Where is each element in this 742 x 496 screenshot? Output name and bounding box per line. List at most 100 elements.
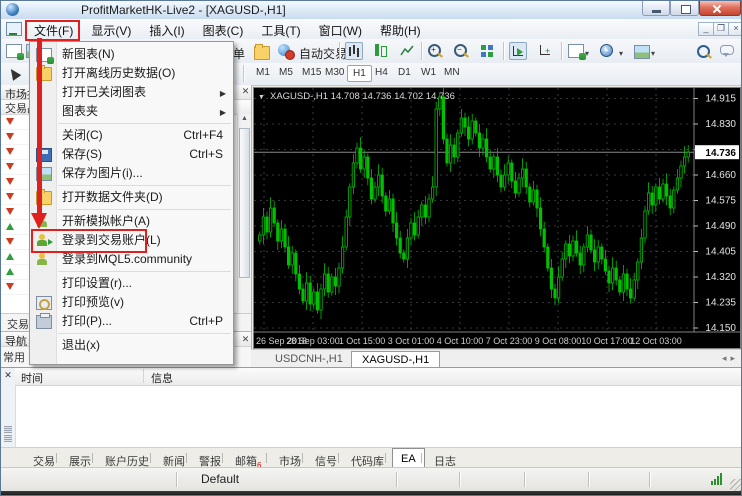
window-title: ProfitMarketHK-Live2 - [XAGUSD-,H1] xyxy=(81,3,286,17)
timeframe-m5[interactable]: M5 xyxy=(274,65,298,82)
indicators-dropdown-icon[interactable]: ▾ xyxy=(585,49,589,58)
search-icon[interactable] xyxy=(695,42,713,60)
file-menu-item[interactable]: 打印(P)...Ctrl+P xyxy=(30,312,233,331)
timeframe-h4[interactable]: H4 xyxy=(370,65,393,82)
svg-text:14.736: 14.736 xyxy=(705,148,736,159)
timeframe-d1[interactable]: D1 xyxy=(393,65,416,82)
menu-shortcut: Ctrl+S xyxy=(189,145,223,164)
tick-down-icon xyxy=(6,133,14,140)
file-menu-dropdown: 新图表(N)打开离线历史数据(O)打开已关闭图表 ▶图表夹▶ 关闭(C)Ctrl+F… xyxy=(29,41,234,365)
file-menu-item[interactable]: 关闭(C)Ctrl+F4 xyxy=(30,126,233,145)
restore-button[interactable] xyxy=(670,1,699,16)
child-minimize-button[interactable]: _ xyxy=(698,22,714,36)
navigator-close-icon[interactable]: ✕ xyxy=(240,334,251,345)
terminal-grip[interactable]: ✕ xyxy=(1,368,16,448)
menu-item-label: 打印(P)... xyxy=(62,312,112,331)
account-mql5-icon xyxy=(36,253,50,265)
tick-down-icon xyxy=(6,208,14,215)
child-restore-button[interactable]: ❐ xyxy=(713,22,729,36)
menu-item-label: 图表夹 xyxy=(62,102,98,121)
file-menu-item[interactable]: 保存(S)Ctrl+S xyxy=(30,145,233,164)
menu-item-label: 打开离线历史数据(O) xyxy=(62,64,175,83)
new-chart-icon[interactable] xyxy=(5,42,23,60)
tick-down-icon xyxy=(6,178,14,185)
annotation-box-login-item xyxy=(31,229,147,253)
timeframe-h1[interactable]: H1 xyxy=(347,65,372,82)
tick-down-icon xyxy=(6,193,14,200)
file-menu-item[interactable]: 打开数据文件夹(D) xyxy=(30,188,233,207)
svg-text:14.490: 14.490 xyxy=(705,221,736,232)
terminal-header-row[interactable]: 时间 信息 xyxy=(15,368,742,386)
auto-scroll-icon[interactable] xyxy=(509,42,527,60)
chart-tab-xagusdh1[interactable]: XAGUSD-,H1 xyxy=(351,351,440,368)
tick-down-icon xyxy=(6,118,14,125)
chart-title-dropdown-icon: ▼ xyxy=(258,94,265,101)
file-menu-item[interactable]: 退出(x) xyxy=(30,336,233,355)
zoom-in-icon[interactable]: + xyxy=(427,42,445,60)
chat-icon[interactable] xyxy=(719,42,737,60)
tick-up-icon xyxy=(6,223,14,230)
periods-icon[interactable] xyxy=(599,42,617,60)
file-menu-item[interactable]: 打开已关闭图表 ▶ xyxy=(30,83,233,102)
file-menu-item[interactable]: 图表夹▶ xyxy=(30,102,233,121)
svg-text:14.320: 14.320 xyxy=(705,272,736,283)
market-watch-close-icon[interactable]: ✕ xyxy=(240,86,251,97)
menu-item-label: 保存为图片(i)... xyxy=(62,164,143,183)
file-menu-item[interactable]: 保存为图片(i)... xyxy=(30,164,233,183)
timeframe-m1[interactable]: M1 xyxy=(251,65,275,82)
bar-chart-icon[interactable] xyxy=(345,42,363,60)
svg-text:XAGUSD-,H1 14.708 14.736 14.70: XAGUSD-,H1 14.708 14.736 14.702 14.736 xyxy=(270,91,455,102)
window-bottom-frame xyxy=(1,491,742,496)
terminal-tab-9[interactable]: EA xyxy=(392,448,425,469)
close-button[interactable] xyxy=(699,1,741,16)
tile-windows-icon[interactable] xyxy=(479,42,497,60)
svg-text:14.660: 14.660 xyxy=(705,170,736,181)
chart-shift-icon[interactable]: + xyxy=(537,42,555,60)
scrollbar-thumb[interactable] xyxy=(239,128,250,278)
svg-text:10 Oct 17:00: 10 Oct 17:00 xyxy=(581,336,633,346)
profile-indicator[interactable]: Default xyxy=(201,472,239,486)
templates-dropdown-icon[interactable]: ▾ xyxy=(651,49,655,58)
terminal-close-icon[interactable]: ✕ xyxy=(3,370,13,380)
terminal-tab-bar: 交易展示账户历史新闻警报邮箱6市场信号代码库EA日志 xyxy=(1,447,742,468)
timeframe-mn[interactable]: MN xyxy=(439,65,465,82)
menu-item-label: 打开已关闭图表 xyxy=(62,83,146,102)
navigator-tab-common[interactable]: 常用 xyxy=(3,349,29,365)
svg-text:12 Oct 03:00: 12 Oct 03:00 xyxy=(630,336,682,346)
line-chart-icon[interactable] xyxy=(399,42,417,60)
chart-system-icon[interactable] xyxy=(6,22,22,36)
tick-down-icon xyxy=(6,238,14,245)
application-window: ProfitMarketHK-Live2 - [XAGUSD-,H1] 文件(F… xyxy=(0,0,742,496)
periods-dropdown-icon[interactable]: ▾ xyxy=(619,49,623,58)
file-menu-item[interactable]: 打开离线历史数据(O) xyxy=(30,64,233,83)
svg-text:1 Oct 15:00: 1 Oct 15:00 xyxy=(339,336,386,346)
scroll-up-icon[interactable]: ▲ xyxy=(241,115,248,122)
svg-text:14.915: 14.915 xyxy=(705,94,736,105)
file-menu-item[interactable]: 新图表(N) xyxy=(30,45,233,64)
child-close-button[interactable]: × xyxy=(728,22,742,36)
submenu-arrow-icon: ▶ xyxy=(220,84,226,103)
restore-icon xyxy=(681,5,691,14)
autotrading-icon[interactable] xyxy=(277,42,295,60)
file-menu-item[interactable]: 打印预览(v) xyxy=(30,293,233,312)
tick-down-icon xyxy=(6,163,14,170)
resize-grip[interactable] xyxy=(730,479,742,491)
minimize-icon xyxy=(652,10,661,13)
chart-tab-scroll-icons[interactable]: ◂▸ xyxy=(722,353,739,364)
file-menu-item[interactable]: 打印设置(r)... xyxy=(30,274,233,293)
mql5-market-icon[interactable] xyxy=(253,42,271,60)
templates-icon[interactable] xyxy=(633,42,651,60)
timeframe-m30[interactable]: M30 xyxy=(320,65,349,82)
timeframe-w1[interactable]: W1 xyxy=(416,65,441,82)
svg-text:14.830: 14.830 xyxy=(705,119,736,130)
menu-shortcut: Ctrl+F4 xyxy=(183,126,223,145)
candlestick-icon[interactable] xyxy=(372,42,390,60)
minimize-button[interactable] xyxy=(642,1,670,16)
indicators-icon[interactable] xyxy=(567,42,585,60)
menu-item-label: 打印预览(v) xyxy=(62,293,124,312)
title-bar[interactable]: ProfitMarketHK-Live2 - [XAGUSD-,H1] xyxy=(1,1,742,20)
zoom-out-icon[interactable]: − xyxy=(453,42,471,60)
chart-tab-usdcnhh1[interactable]: USDCNH-,H1 xyxy=(265,351,353,368)
chart-canvas[interactable]: 14.91514.83014.74514.66014.57514.49014.4… xyxy=(253,87,741,349)
cursor-icon[interactable] xyxy=(5,66,23,84)
